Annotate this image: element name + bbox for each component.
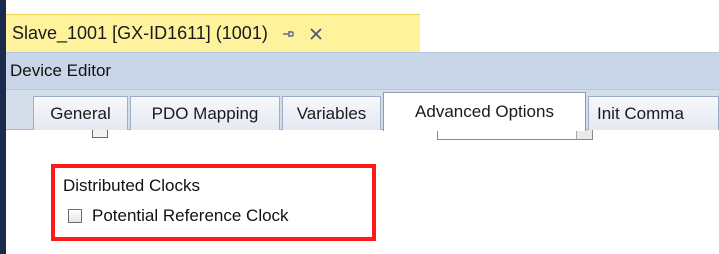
device-editor-title: Device Editor (10, 61, 112, 80)
potential-reference-clock-checkbox[interactable] (68, 209, 82, 223)
tab-advanced-options[interactable]: Advanced Options (383, 92, 586, 131)
device-editor-window: Slave_1001 [GX-ID1611] (1001) Device Edi… (0, 0, 719, 254)
advanced-options-panel: Distributed Clocks Potential Reference C… (6, 130, 719, 254)
tab-general[interactable]: General (33, 96, 128, 130)
tab-advanced-options-label: Advanced Options (415, 102, 554, 121)
tab-init-commands-label: Init Comma (597, 103, 684, 123)
potential-reference-clock-label[interactable]: Potential Reference Clock (92, 206, 289, 226)
pin-icon[interactable] (280, 26, 296, 42)
chevron-down-icon[interactable] (576, 130, 592, 139)
tab-variables[interactable]: Variables (282, 96, 381, 130)
tab-general-label: General (50, 103, 111, 123)
clipped-combo-box[interactable] (437, 130, 593, 140)
document-tab-title: Slave_1001 [GX-ID1611] (1001) (12, 23, 268, 43)
tab-pdo-mapping[interactable]: PDO Mapping (130, 96, 280, 130)
tab-init-commands[interactable]: Init Comma (588, 96, 719, 130)
clipped-checkbox[interactable] (92, 130, 108, 138)
tab-variables-label: Variables (296, 103, 367, 123)
close-icon[interactable] (308, 26, 324, 42)
document-tab[interactable]: Slave_1001 [GX-ID1611] (1001) (6, 14, 420, 52)
device-editor-header: Device Editor (6, 52, 719, 90)
distributed-clocks-title: Distributed Clocks (63, 176, 200, 195)
potential-reference-clock-row[interactable]: Potential Reference Clock (68, 206, 289, 226)
clipped-row (6, 130, 719, 144)
editor-tabstrip: General PDO Mapping Variables Advanced O… (6, 90, 719, 131)
tab-pdo-mapping-label: PDO Mapping (151, 103, 259, 123)
